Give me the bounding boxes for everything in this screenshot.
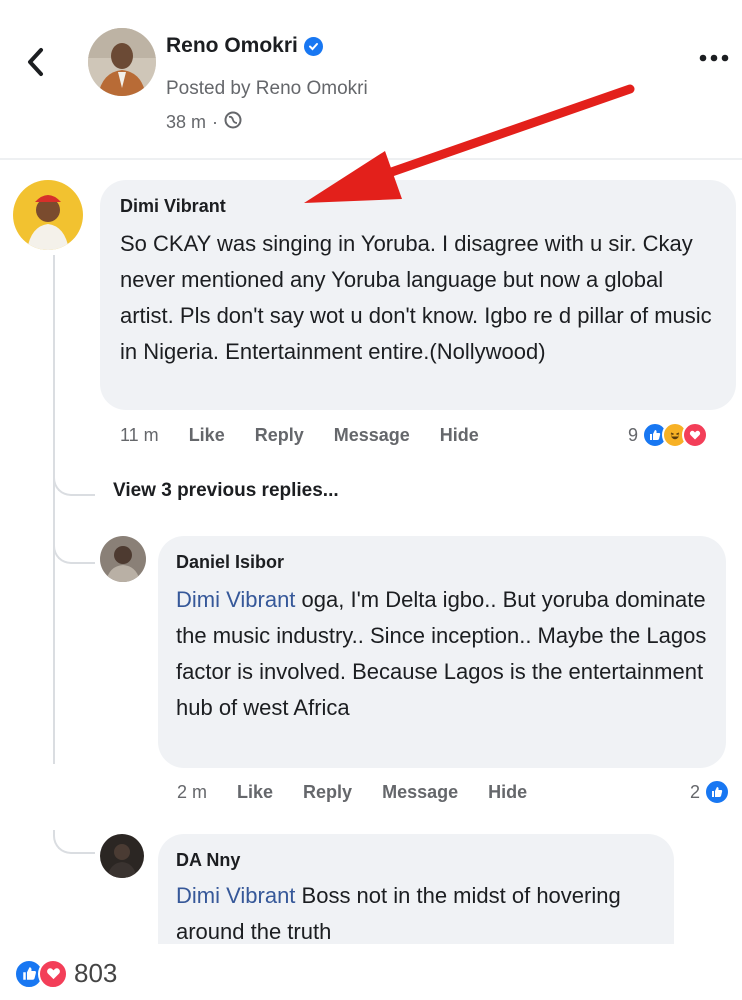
reply-button[interactable]: Reply bbox=[255, 425, 304, 446]
comment-reactions[interactable]: 9 bbox=[628, 422, 709, 448]
reply-reactions[interactable]: 2 bbox=[690, 779, 731, 805]
hide-button[interactable]: Hide bbox=[440, 425, 479, 446]
globe-icon bbox=[224, 111, 242, 134]
time-separator: · bbox=[212, 112, 219, 132]
message-button[interactable]: Message bbox=[382, 782, 458, 803]
love-reaction-icon bbox=[38, 958, 68, 989]
reaction-count: 9 bbox=[628, 424, 639, 445]
back-icon[interactable] bbox=[22, 42, 48, 82]
reply-actions: 2 m Like Reply Message Hide bbox=[177, 782, 557, 803]
thread-connector bbox=[53, 540, 95, 564]
comment-text: So CKAY was singing in Yoruba. I disagre… bbox=[120, 231, 712, 364]
mention-link[interactable]: Dimi Vibrant bbox=[176, 883, 295, 908]
post-time[interactable]: 38 m · bbox=[166, 111, 242, 134]
post-author[interactable]: Reno Omokri bbox=[166, 34, 323, 58]
author-name[interactable]: Reno Omokri bbox=[166, 34, 298, 58]
reaction-count: 2 bbox=[690, 781, 701, 802]
message-button[interactable]: Message bbox=[334, 425, 410, 446]
post-reactions-summary[interactable]: 803 bbox=[14, 958, 117, 989]
verified-badge-icon bbox=[303, 36, 323, 56]
reply-text: Dimi Vibrant oga, I'm Delta igbo.. But y… bbox=[176, 582, 716, 726]
annotation-arrow-icon bbox=[290, 75, 640, 210]
commenter-name[interactable]: DA Nny bbox=[176, 850, 240, 871]
view-previous-replies[interactable]: View 3 previous replies... bbox=[113, 480, 339, 502]
reply-time: 2 m bbox=[177, 782, 208, 802]
love-reaction-icon bbox=[682, 422, 709, 448]
author-avatar[interactable] bbox=[88, 28, 156, 96]
reaction-total: 803 bbox=[74, 958, 118, 988]
like-reaction-icon bbox=[704, 779, 731, 805]
comment-actions: 11 m Like Reply Message Hide bbox=[120, 425, 509, 446]
more-icon[interactable] bbox=[697, 48, 731, 68]
comment-bubble: Dimi Vibrant So CKAY was singing in Yoru… bbox=[100, 180, 736, 410]
comment-time: 11 m bbox=[120, 425, 159, 445]
post-time-text: 38 m bbox=[166, 112, 207, 132]
commenter-avatar[interactable] bbox=[13, 180, 83, 250]
thread-connector bbox=[53, 470, 95, 496]
commenter-avatar[interactable] bbox=[100, 834, 144, 878]
commenter-avatar[interactable] bbox=[100, 536, 146, 582]
thread-line bbox=[53, 255, 55, 500]
reply-text: Dimi Vibrant Boss not in the midst of ho… bbox=[176, 878, 666, 950]
hide-button[interactable]: Hide bbox=[488, 782, 527, 803]
mention-link[interactable]: Dimi Vibrant bbox=[176, 587, 295, 612]
reply-bubble: Daniel Isibor Dimi Vibrant oga, I'm Delt… bbox=[158, 536, 726, 768]
like-button[interactable]: Like bbox=[189, 425, 225, 446]
like-button[interactable]: Like bbox=[237, 782, 273, 803]
reply-button[interactable]: Reply bbox=[303, 782, 352, 803]
commenter-name[interactable]: Dimi Vibrant bbox=[120, 196, 226, 217]
commenter-name[interactable]: Daniel Isibor bbox=[176, 552, 284, 573]
thread-line bbox=[53, 494, 55, 764]
thread-connector bbox=[53, 830, 95, 854]
